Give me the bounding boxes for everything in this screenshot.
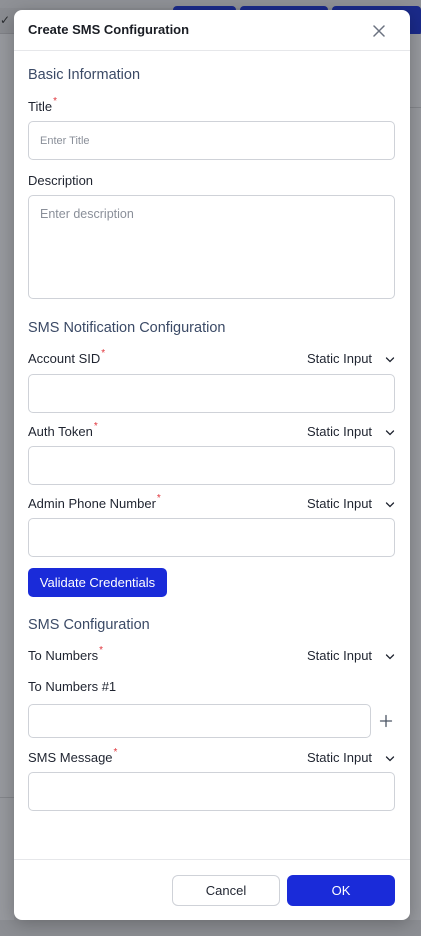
background-divider	[410, 107, 421, 108]
auth-token-mode-value: Static Input	[307, 424, 373, 439]
auth-token-label: Auth Token*	[28, 421, 98, 439]
description-label: Description	[28, 173, 94, 188]
account-sid-label-text: Account SID	[28, 351, 101, 366]
close-icon	[373, 25, 385, 37]
account-sid-mode-value: Static Input	[307, 351, 373, 366]
sms-message-label-text: SMS Message	[28, 750, 113, 765]
ok-button[interactable]: OK	[287, 875, 395, 906]
required-marker: *	[101, 348, 106, 359]
sms-message-mode-select[interactable]: Static Input	[307, 750, 397, 768]
required-marker: *	[156, 493, 161, 504]
auth-token-label-text: Auth Token	[28, 424, 93, 439]
add-to-number-button[interactable]	[378, 713, 394, 729]
section-title-basic-information: Basic Information	[28, 67, 141, 83]
required-marker: *	[99, 645, 103, 656]
background-check-icon: ✓	[0, 13, 11, 27]
dialog-title: Create SMS Configuration	[28, 22, 190, 37]
admin-phone-number-label: Admin Phone Number*	[28, 493, 161, 511]
description-input[interactable]	[28, 195, 395, 299]
title-input[interactable]	[28, 121, 395, 160]
plus-icon	[379, 714, 393, 728]
to-numbers-item-input[interactable]	[28, 704, 371, 738]
account-sid-mode-select[interactable]: Static Input	[307, 351, 397, 369]
to-numbers-mode-select[interactable]: Static Input	[307, 648, 397, 666]
chevron-down-icon	[385, 756, 395, 762]
admin-phone-number-input[interactable]	[28, 518, 395, 557]
to-numbers-label-text: To Numbers	[28, 648, 99, 663]
chevron-down-icon	[385, 357, 395, 363]
admin-phone-number-label-text: Admin Phone Number	[28, 496, 156, 511]
section-title-sms-configuration: SMS Configuration	[28, 617, 150, 633]
account-sid-label: Account SID*	[28, 348, 106, 366]
chevron-down-icon	[385, 502, 395, 508]
auth-token-mode-select[interactable]: Static Input	[307, 424, 397, 442]
required-marker: *	[53, 96, 57, 107]
sms-message-mode-value: Static Input	[307, 750, 373, 765]
admin-phone-number-mode-select[interactable]: Static Input	[307, 496, 397, 514]
close-button[interactable]	[370, 22, 388, 40]
background-divider	[0, 797, 14, 798]
background-panel	[410, 34, 421, 936]
chevron-down-icon	[385, 430, 395, 436]
validate-credentials-button[interactable]: Validate Credentials	[28, 568, 167, 597]
background-panel	[0, 34, 14, 936]
title-label-text: Title	[28, 99, 53, 114]
background-footer	[0, 920, 421, 936]
required-marker: *	[93, 421, 98, 432]
title-label: Title*	[28, 96, 57, 114]
to-numbers-item-label: To Numbers #1	[28, 679, 117, 694]
auth-token-input[interactable]	[28, 446, 395, 485]
chevron-down-icon	[385, 654, 395, 660]
create-sms-configuration-dialog: Create SMS Configuration Basic Informati…	[14, 10, 410, 920]
cancel-button[interactable]: Cancel	[172, 875, 280, 906]
dialog-header: Create SMS Configuration	[14, 10, 410, 51]
to-numbers-label: To Numbers*	[28, 645, 103, 663]
section-title-sms-notification-configuration: SMS Notification Configuration	[28, 320, 226, 336]
sms-message-input[interactable]	[28, 772, 395, 811]
dialog-footer: Cancel OK	[14, 859, 410, 920]
required-marker: *	[113, 747, 118, 758]
to-numbers-mode-value: Static Input	[307, 648, 373, 663]
sms-message-label: SMS Message*	[28, 747, 118, 765]
account-sid-input[interactable]	[28, 374, 395, 413]
admin-phone-number-mode-value: Static Input	[307, 496, 373, 511]
